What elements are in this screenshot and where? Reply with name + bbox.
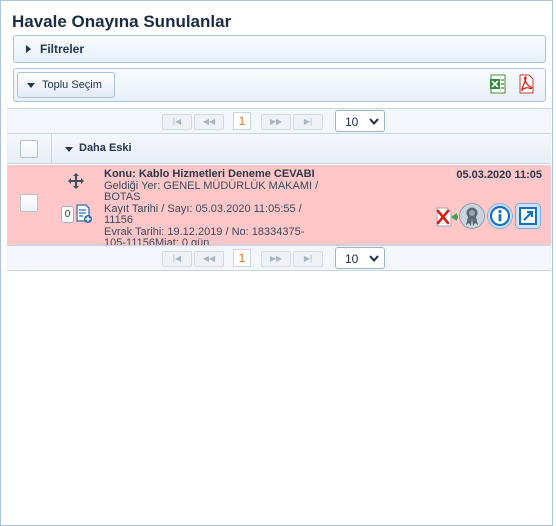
table-row[interactable]: 0 Konu: Kablo Hizmetleri Deneme CEVABI G… xyxy=(7,165,551,249)
first-page-button[interactable]: |◀ xyxy=(162,251,192,267)
page-size-select[interactable]: 10 xyxy=(335,247,385,269)
filter-label: Filtreler xyxy=(40,42,85,56)
page-number[interactable]: 1 xyxy=(233,112,251,130)
toolbar: Toplu Seçim xyxy=(13,68,546,102)
row-details: Konu: Kablo Hizmetleri Deneme CEVABI Gel… xyxy=(104,168,319,250)
last-page-button[interactable]: ▶| xyxy=(293,114,323,130)
chevron-down-icon xyxy=(65,147,73,152)
first-page-button[interactable]: |◀ xyxy=(162,114,192,130)
pdf-export-icon[interactable] xyxy=(517,74,535,94)
bulk-select-label: Toplu Seçim xyxy=(42,79,102,91)
row-record: Kayıt Tarihi / Sayı: 05.03.2020 11:05:55… xyxy=(104,202,302,226)
chevron-right-icon xyxy=(26,45,31,53)
page-size-value: 10 xyxy=(345,252,359,266)
next-page-button[interactable]: ▶▶ xyxy=(261,114,291,130)
bulk-select-button[interactable]: Toplu Seçim xyxy=(17,72,115,98)
chevron-down-icon xyxy=(369,118,379,125)
row-subject: Konu: Kablo Hizmetleri Deneme CEVABI xyxy=(104,168,315,180)
column-divider xyxy=(51,134,52,164)
reject-icon[interactable] xyxy=(435,204,459,228)
row-checkbox[interactable] xyxy=(20,194,38,212)
main-panel: Havale Onayına Sunulanlar Filtreler Topl… xyxy=(0,0,553,526)
page-number[interactable]: 1 xyxy=(233,249,251,267)
open-external-icon[interactable] xyxy=(515,203,541,229)
table-header: Daha Eski xyxy=(7,134,551,164)
attachment-count-badge: 0 xyxy=(61,206,74,223)
row-origin: Geldiği Yer: GENEL MÜDÜRLÜK MAKAMI / BOT… xyxy=(104,179,319,203)
prev-page-button[interactable]: ◀◀ xyxy=(194,114,224,130)
pager-bottom: |◀ ◀◀ 1 ▶▶ ▶| 10 xyxy=(7,245,551,271)
page-size-select[interactable]: 10 xyxy=(335,110,385,132)
row-date: 05.03.2020 11:05 xyxy=(456,169,542,181)
document-attachment-icon[interactable] xyxy=(75,204,93,224)
chevron-down-icon xyxy=(27,83,35,88)
last-page-button[interactable]: ▶| xyxy=(293,251,323,267)
chevron-down-icon xyxy=(369,255,379,262)
next-page-button[interactable]: ▶▶ xyxy=(261,251,291,267)
page-size-value: 10 xyxy=(345,115,359,129)
filter-panel[interactable]: Filtreler xyxy=(13,35,546,63)
excel-export-icon[interactable] xyxy=(489,74,507,94)
approval-ribbon-icon[interactable] xyxy=(459,203,485,229)
pager-top: |◀ ◀◀ 1 ▶▶ ▶| 10 xyxy=(7,108,551,134)
move-icon[interactable] xyxy=(68,173,84,189)
page-title: Havale Onayına Sunulanlar xyxy=(12,12,232,31)
select-all-checkbox[interactable] xyxy=(20,140,38,158)
info-icon[interactable] xyxy=(487,203,513,229)
group-label: Daha Eski xyxy=(79,142,132,154)
prev-page-button[interactable]: ◀◀ xyxy=(194,251,224,267)
